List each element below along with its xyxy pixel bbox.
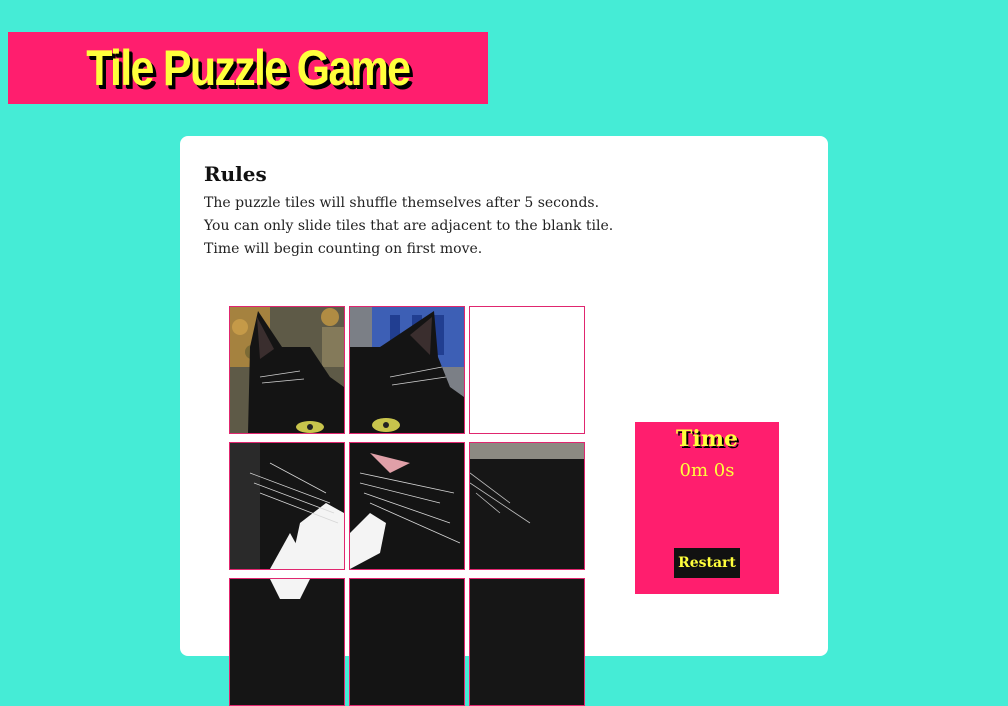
puzzle-tile-3[interactable] xyxy=(229,442,345,570)
page-title: Tile Puzzle Game xyxy=(86,40,411,96)
cat-image-piece xyxy=(470,443,584,569)
puzzle-tile-6[interactable] xyxy=(229,578,345,706)
cat-image-piece xyxy=(230,443,344,569)
puzzle-tile-5[interactable] xyxy=(469,442,585,570)
puzzle-tile-8[interactable] xyxy=(469,578,585,706)
puzzle-tile-7[interactable] xyxy=(349,578,465,706)
restart-button[interactable]: Restart xyxy=(674,548,740,578)
puzzle-tile-1[interactable] xyxy=(229,306,345,434)
timer-label: Time xyxy=(675,426,738,452)
puzzle-tile-2[interactable] xyxy=(349,306,465,434)
rule-line: You can only slide tiles that are adjace… xyxy=(204,218,614,234)
puzzle-board xyxy=(229,306,589,706)
rules-text: The puzzle tiles will shuffle themselves… xyxy=(204,192,613,261)
cat-image-piece xyxy=(230,307,344,433)
cat-image-piece xyxy=(230,579,344,705)
timer-value: 0m 0s xyxy=(679,460,735,481)
game-card: Rules The puzzle tiles will shuffle them… xyxy=(180,136,828,706)
rule-line: Time will begin counting on first move. xyxy=(204,241,483,257)
rule-line: The puzzle tiles will shuffle themselves… xyxy=(204,195,600,211)
blank-tile[interactable] xyxy=(469,306,585,434)
title-banner: Tile Puzzle Game xyxy=(8,32,488,104)
timer-panel: Time 0m 0s Restart xyxy=(635,422,779,594)
rules-heading: Rules xyxy=(204,162,267,186)
cat-image-piece xyxy=(350,579,464,705)
cat-image-piece xyxy=(350,307,464,433)
cat-image-piece xyxy=(350,443,464,569)
puzzle-tile-4[interactable] xyxy=(349,442,465,570)
cat-image-piece xyxy=(470,579,584,705)
